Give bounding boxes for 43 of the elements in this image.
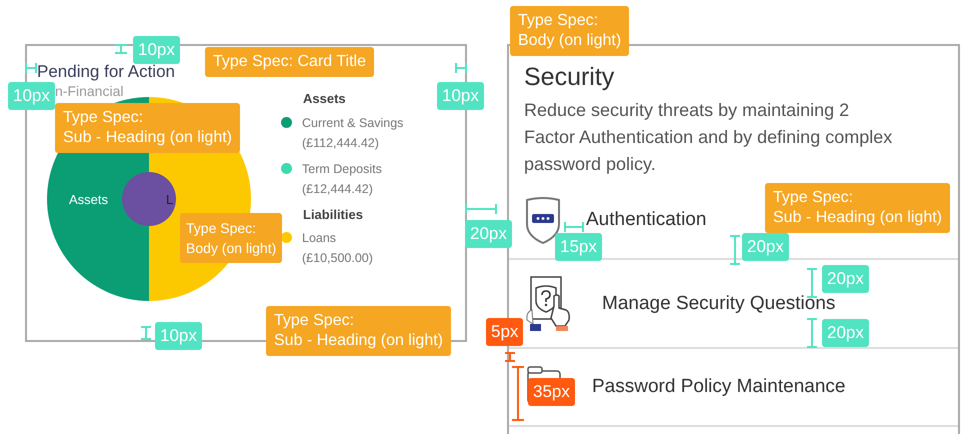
spec-callout: Type Spec: Card Title (205, 47, 374, 77)
dimension-marker-icon (807, 318, 817, 348)
spec-callout: Type Spec: Body (on light) (180, 213, 282, 263)
spacing-tag: 10px (8, 82, 55, 110)
dimension-marker-icon (455, 63, 467, 73)
dimension-marker-icon (25, 63, 37, 73)
dimension-marker-icon (141, 326, 151, 340)
dimension-marker-icon (730, 235, 740, 265)
dimension-marker-icon (512, 366, 524, 421)
card-title: Security (523, 62, 616, 93)
security-question-icon (526, 276, 570, 331)
dimension-marker-icon (505, 352, 515, 362)
spacing-tag: 10px (155, 322, 202, 350)
spacing-tag: 15px (555, 233, 602, 261)
spacing-tag: 20px (822, 319, 869, 347)
spacing-tag: 35px (528, 378, 575, 406)
card-subtitle: n-Financial (55, 82, 124, 100)
legend-label: Loans (302, 230, 338, 247)
legend-label: Term Deposits (302, 160, 382, 178)
spec-callout: Type Spec: Body (on light) (510, 6, 630, 56)
dimension-marker-icon (564, 222, 584, 232)
spec-callout: Type Spec: Sub - Heading (on light) (765, 183, 950, 233)
dimension-marker-icon (465, 204, 497, 214)
pie-label: L (166, 192, 174, 207)
legend-heading: Liabilities (303, 206, 364, 224)
spacing-tag: 20px (822, 265, 869, 293)
spacing-tag: 20px (742, 233, 789, 261)
legend-label: Current & Savings (302, 114, 404, 132)
legend-heading: Assets (303, 90, 347, 108)
dimension-marker-icon (115, 44, 127, 54)
legend-amount: (£10,500.00) (302, 250, 373, 267)
spec-callout: Type Spec: Sub - Heading (on light) (266, 306, 451, 356)
spacing-tag: 20px (465, 220, 512, 248)
legend-amount: (£112,444.42) (302, 134, 380, 152)
spec-callout: Type Spec: Sub - Heading (on light) (55, 103, 240, 153)
legend-amount: (£12,444.42) (302, 180, 374, 198)
spacing-tag: 5px (486, 318, 524, 346)
spacing-tag: 10px (437, 82, 484, 110)
card-title: Pending for Action (37, 62, 175, 82)
spacing-tag: 10px (133, 36, 180, 64)
pie-label: Assets (69, 192, 108, 207)
card-description: Reduce security threats by maintaining 2 Factor Authentication and by defining complex password policy. (524, 99, 894, 176)
shield-icon (526, 197, 560, 244)
